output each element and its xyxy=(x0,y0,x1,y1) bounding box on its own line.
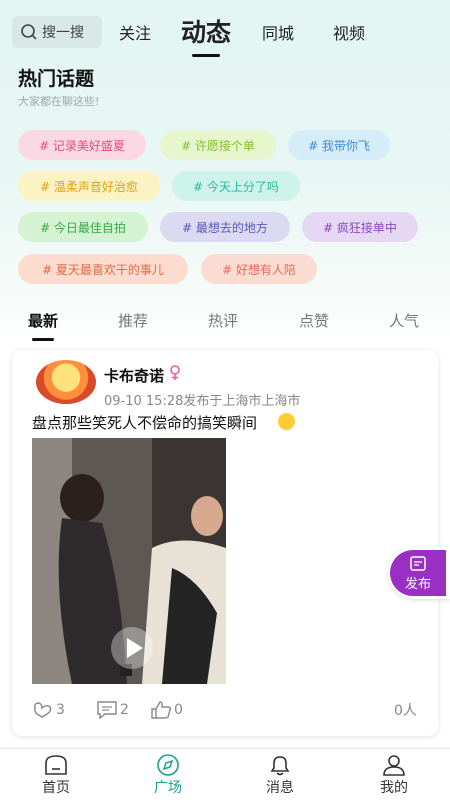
topic-tag[interactable]: # 许愿接个单 xyxy=(160,130,276,160)
publish-label: 发布 xyxy=(404,576,431,592)
topic-tag[interactable]: # 夏天最喜欢干的事儿 xyxy=(18,254,188,284)
nav-home[interactable]: 首页 xyxy=(26,753,86,797)
post-card[interactable]: 卡布奇诺 09-10 15:28发布于上海市上海市 盘点那些笑死人不偿命的搞笑瞬… xyxy=(12,350,438,736)
filter-popularity[interactable]: 人气 xyxy=(389,310,419,331)
female-icon xyxy=(170,365,180,380)
gift-icon xyxy=(34,702,52,718)
topic-tag[interactable]: # 温柔声音好治愈 xyxy=(18,171,160,201)
home-icon xyxy=(45,755,67,775)
gift-action[interactable]: 3 xyxy=(32,700,65,720)
feed-filters: 最新 推荐 热评 点赞 人气 xyxy=(0,310,450,340)
nav-mine[interactable]: 我的 xyxy=(364,753,424,797)
gift-count: 3 xyxy=(56,702,65,718)
topic-tag[interactable]: # 记录美好盛夏 xyxy=(18,130,146,160)
tab-local[interactable]: 同城 xyxy=(262,20,294,44)
nav-square[interactable]: 广场 xyxy=(138,753,198,797)
thumbs-up-icon xyxy=(151,701,172,719)
top-nav: 搜一搜 关注 动态 同城 视频 xyxy=(0,0,450,62)
publish-button[interactable]: 发布 xyxy=(390,550,446,596)
comment-icon xyxy=(97,701,117,720)
post-actions: 3 2 0 0人 xyxy=(32,700,418,720)
search-icon xyxy=(21,24,37,40)
comment-count: 2 xyxy=(120,702,129,718)
topic-tag[interactable]: # 今日最佳自拍 xyxy=(18,212,148,242)
nav-mine-label: 我的 xyxy=(380,780,408,796)
post-text: 盘点那些笑死人不偿命的搞笑瞬间 xyxy=(32,414,258,432)
compass-icon xyxy=(157,754,179,776)
tab-dynamic[interactable]: 动态 xyxy=(181,13,231,49)
avatar[interactable] xyxy=(36,360,96,404)
views-count: 0人 xyxy=(394,703,417,719)
laughing-emoji-icon xyxy=(278,413,295,430)
nav-messages-label: 消息 xyxy=(266,780,294,796)
nav-square-label: 广场 xyxy=(154,780,182,796)
search-placeholder: 搜一搜 xyxy=(42,25,84,41)
search-box[interactable]: 搜一搜 xyxy=(12,16,102,48)
filter-recommend[interactable]: 推荐 xyxy=(118,310,148,331)
video-thumbnail[interactable] xyxy=(32,438,226,684)
nav-messages[interactable]: 消息 xyxy=(250,753,310,797)
play-icon[interactable] xyxy=(110,626,154,670)
topic-tag[interactable]: # 最想去的地方 xyxy=(160,212,290,242)
topic-tag[interactable]: # 好想有人陪 xyxy=(201,254,317,284)
like-count: 0 xyxy=(174,702,183,718)
tab-video[interactable]: 视频 xyxy=(333,20,365,44)
nav-home-label: 首页 xyxy=(42,780,70,796)
filter-likes[interactable]: 点赞 xyxy=(299,310,329,331)
comment-action[interactable]: 2 xyxy=(96,700,129,720)
hot-topics-title: 热门话题 xyxy=(18,68,95,90)
user-icon xyxy=(383,755,405,776)
topic-tag[interactable]: # 我带你飞 xyxy=(288,130,390,160)
topic-tag[interactable]: # 疯狂接单中 xyxy=(302,212,418,242)
like-action[interactable]: 0 xyxy=(150,700,183,720)
filter-latest[interactable]: 最新 xyxy=(28,310,58,331)
post-meta: 09-10 15:28发布于上海市上海市 xyxy=(104,394,301,409)
post-username[interactable]: 卡布奇诺 xyxy=(104,365,164,386)
hot-topics-subtitle: 大家都在聊这些! xyxy=(18,95,100,108)
bottom-nav: 首页 广场 消息 我的 xyxy=(0,748,450,800)
tab-follow[interactable]: 关注 xyxy=(119,20,151,44)
edit-icon xyxy=(410,555,426,571)
topic-tag[interactable]: # 今天上分了吗 xyxy=(172,171,300,201)
filter-hot-comments[interactable]: 热评 xyxy=(208,310,238,331)
bell-icon xyxy=(270,756,290,776)
